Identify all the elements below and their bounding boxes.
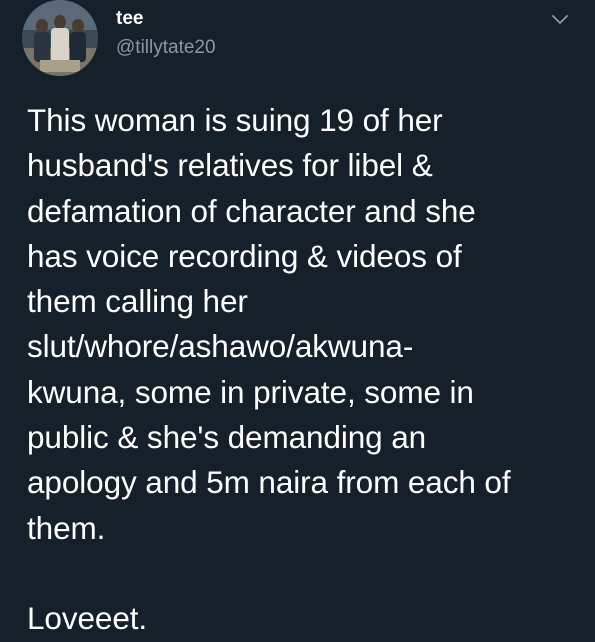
user-handle[interactable]: @tillytate20 [116, 37, 216, 59]
display-name[interactable]: tee [116, 8, 143, 30]
chevron-down-icon[interactable] [548, 8, 572, 32]
tweet-text: This woman is suing 19 of her husband's … [27, 102, 511, 637]
tweet-card: tee @tillytate20 This woman is suing 19 … [0, 0, 595, 640]
avatar[interactable] [22, 0, 98, 76]
avatar-photo [22, 0, 98, 76]
